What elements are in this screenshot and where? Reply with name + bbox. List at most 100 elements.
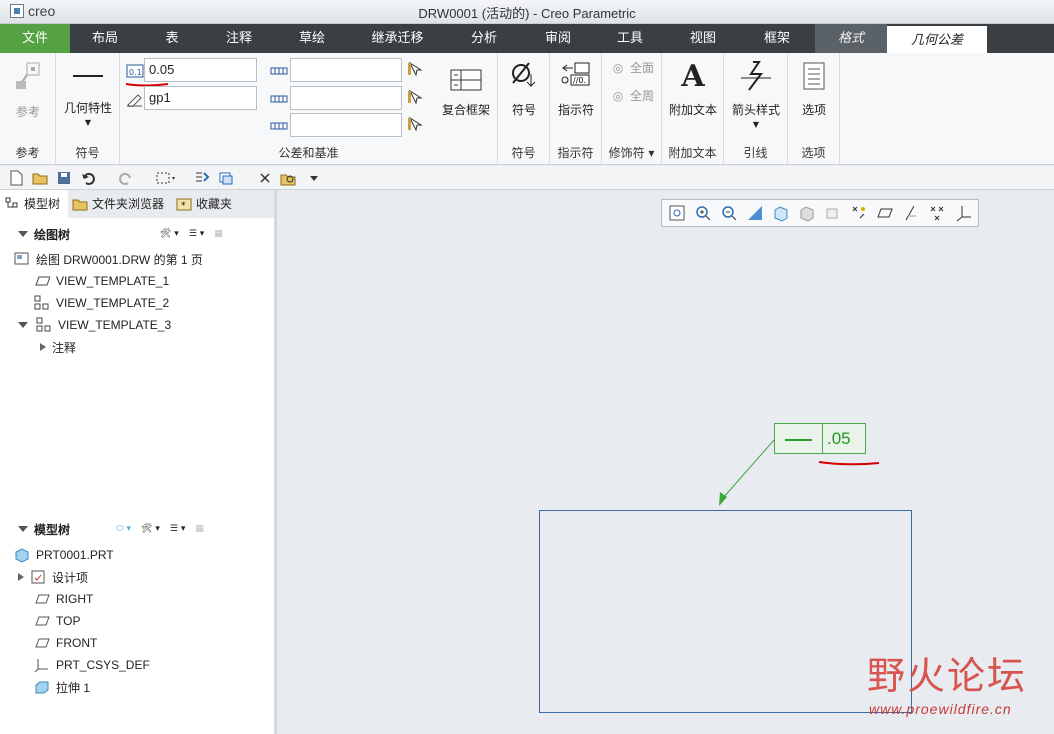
redo-icon[interactable] <box>118 170 134 186</box>
view-projection-icon <box>34 295 50 311</box>
collapsed-triangle-icon[interactable] <box>18 573 24 581</box>
menu-frame[interactable]: 框架 <box>739 24 815 53</box>
repaint-icon[interactable] <box>746 204 764 222</box>
menu-review[interactable]: 审阅 <box>523 24 593 53</box>
menu-annotate[interactable]: 注释 <box>204 24 274 53</box>
show-list-icon[interactable]: ☰ ▾ <box>189 229 204 239</box>
menu-table[interactable]: 表 <box>140 24 204 53</box>
additional-text-button[interactable]: A 附加文本 <box>666 59 720 118</box>
collapsed-triangle-icon[interactable] <box>40 343 46 351</box>
tree-item-datum-plane[interactable]: RIGHT <box>34 588 93 610</box>
primary-datum-input[interactable] <box>290 58 402 82</box>
tree-item-label: VIEW_TEMPLATE_3 <box>58 318 172 332</box>
settings-hammer-icon[interactable]: 🛠 ▾ <box>160 229 179 239</box>
undo-icon[interactable] <box>80 170 96 186</box>
all-over-button[interactable]: ◎ 全周 <box>610 87 654 104</box>
zoom-out-icon[interactable] <box>720 204 738 222</box>
search-folder-icon[interactable] <box>280 170 296 186</box>
geometric-characteristic-label: 几何特性 <box>63 101 112 115</box>
group-additional-text: A 附加文本 附加文本 <box>662 53 724 165</box>
close-window-icon[interactable] <box>258 170 274 186</box>
tree-item-label: TOP <box>56 614 81 628</box>
menu-tools[interactable]: 工具 <box>593 24 667 53</box>
options-label: 选项 <box>801 103 826 117</box>
tab-model-tree[interactable]: 模型树 <box>0 190 69 218</box>
all-around-button[interactable]: ◎ 全面 <box>610 59 654 76</box>
datum-points-icon[interactable] <box>850 204 868 222</box>
tree-item-extrude[interactable]: 拉伸 1 <box>34 676 90 698</box>
csys-display-icon[interactable] <box>954 204 972 222</box>
extrude-icon <box>34 679 50 695</box>
tolerance-value-input[interactable]: 0.05 <box>144 58 257 82</box>
tree-item-label: 绘图 DRW0001.DRW 的第 1 页 <box>36 252 203 267</box>
zoom-in-icon[interactable] <box>694 204 712 222</box>
drawing-view-outline[interactable] <box>539 510 912 713</box>
all-around-icon: ◎ <box>612 60 624 75</box>
select-box-icon[interactable] <box>155 170 177 186</box>
feature-control-frame[interactable]: .05 <box>774 423 866 454</box>
options-button[interactable]: 选项 <box>792 59 836 118</box>
open-folder-icon[interactable] <box>32 170 48 186</box>
menu-view[interactable]: 视图 <box>667 24 739 53</box>
watermark-cn: 野火论坛 <box>867 654 1028 698</box>
menu-legacy-migration[interactable]: 继承迁移 <box>350 24 445 53</box>
datum-select-icon <box>408 89 423 105</box>
model-tree-header[interactable]: 模型树 ⬭ ▾ 🛠 ▾ ☰ ▾ ▦ <box>0 517 274 541</box>
tertiary-datum-input[interactable] <box>290 113 402 137</box>
reference-button[interactable]: 参考 <box>8 59 48 120</box>
show-list-icon[interactable]: ☰ ▾ <box>170 524 185 534</box>
windows-icon[interactable] <box>218 170 240 186</box>
refit-icon[interactable] <box>668 204 686 222</box>
all-around-label: 全面 <box>630 61 655 75</box>
datum-axes-display-icon[interactable] <box>902 204 920 222</box>
svg-text://0.: //0. <box>573 76 586 85</box>
expand-triangle-icon[interactable] <box>18 322 28 328</box>
composite-frame-button[interactable]: 复合框架 <box>438 63 494 118</box>
new-file-icon[interactable] <box>8 170 24 186</box>
datum-planes-display-icon[interactable] <box>876 204 894 222</box>
filter-icon[interactable]: ▦ <box>214 229 223 239</box>
tab-favorites[interactable]: * 收藏夹 <box>172 190 240 218</box>
tree-item-view-template[interactable]: VIEW_TEMPLATE_1 <box>34 270 169 292</box>
tab-folder-browser[interactable]: 文件夹浏览器 <box>68 190 172 218</box>
menu-file[interactable]: 文件 <box>0 24 70 53</box>
group-modifier-label[interactable]: 修饰符 ▾ <box>602 144 661 161</box>
tree-item-drawing-sheet[interactable]: 绘图 DRW0001.DRW 的第 1 页 <box>14 248 203 270</box>
symbol-button[interactable]: 符号 <box>502 59 546 118</box>
geometric-characteristic-button[interactable]: 几何特性 ▼ <box>60 59 116 127</box>
tree-item-view-template[interactable]: VIEW_TEMPLATE_2 <box>34 292 169 314</box>
display-style-icon[interactable] <box>772 204 790 222</box>
group-reference-label: 参考 <box>15 146 40 160</box>
menu-sketch[interactable]: 草绘 <box>274 24 350 53</box>
tree-item-part[interactable]: PRT0001.PRT <box>14 544 114 566</box>
model-display-icon[interactable]: ⬭ ▾ <box>116 524 131 534</box>
tree-item-csys[interactable]: PRT_CSYS_DEF <box>34 654 150 676</box>
menu-layout[interactable]: 布局 <box>70 24 140 53</box>
gtol-name-input[interactable]: gp1 <box>144 86 257 110</box>
secondary-datum-input[interactable] <box>290 86 402 110</box>
filter-icon[interactable]: ▦ <box>195 524 204 534</box>
view-iso-icon <box>34 273 50 289</box>
tree-item-datum-plane[interactable]: TOP <box>34 610 80 632</box>
menu-gtol[interactable]: 几何公差 <box>887 24 987 53</box>
indicator-button[interactable]: //0. 指示符 <box>554 59 598 118</box>
group-tolerance-datum: 0.1 0.05 gp1 复合框架 公差和基准 <box>120 53 498 165</box>
view-manager-icon[interactable] <box>824 204 842 222</box>
arrow-style-button[interactable]: 箭头样式 ▼ <box>728 59 784 129</box>
tree-item-datum-plane[interactable]: FRONT <box>34 632 97 654</box>
datum-points-display-icon[interactable] <box>928 204 946 222</box>
graphics-area[interactable]: .05 野火论坛 www.proewildfire.cn <box>277 190 1054 734</box>
menu-analysis[interactable]: 分析 <box>445 24 523 53</box>
tree-item-annotation[interactable]: 注释 <box>40 336 76 358</box>
tree-item-design-items[interactable]: 设计项 <box>18 566 88 588</box>
save-icon[interactable] <box>56 170 72 186</box>
customize-toolbar-icon[interactable] <box>306 170 322 186</box>
menu-format[interactable]: 格式 <box>815 24 887 53</box>
datum-tertiary-icon <box>270 122 288 130</box>
group-symbol: 几何特性 ▼ 符号 <box>56 53 120 165</box>
saved-views-icon[interactable] <box>798 204 816 222</box>
tree-item-view-template[interactable]: VIEW_TEMPLATE_3 <box>18 314 171 336</box>
drawing-tree-header[interactable]: 绘图树 🛠 ▾ ☰ ▾ ▦ <box>0 222 274 246</box>
settings-hammer-icon[interactable]: 🛠 ▾ <box>141 524 160 534</box>
regenerate-icon[interactable] <box>194 170 210 186</box>
